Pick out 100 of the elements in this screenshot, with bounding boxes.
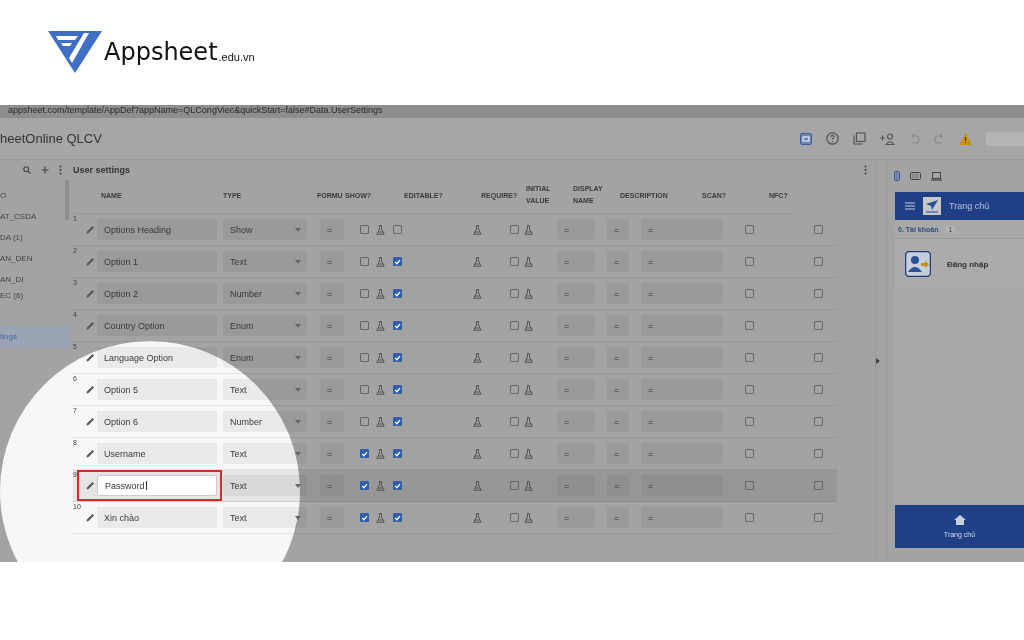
- edit-icon[interactable]: [85, 289, 95, 298]
- formula-field[interactable]: =: [320, 411, 344, 432]
- checkbox[interactable]: [393, 353, 402, 362]
- description-field[interactable]: =: [641, 315, 723, 336]
- checkbox[interactable]: [745, 353, 754, 362]
- initial-value-field[interactable]: =: [557, 219, 595, 240]
- search-icon[interactable]: [23, 166, 31, 174]
- checkbox[interactable]: [360, 385, 369, 394]
- flask-icon[interactable]: [473, 224, 482, 235]
- flask-icon[interactable]: [376, 416, 385, 427]
- url-bar[interactable]: appsheet.com/template/AppDef?appName=QLCongViec&quickStart=false#Data.UserSettings: [0, 105, 1024, 118]
- flask-icon[interactable]: [473, 288, 482, 299]
- checkbox[interactable]: [814, 289, 823, 298]
- checkbox[interactable]: [360, 289, 369, 298]
- initial-value-field[interactable]: =: [557, 251, 595, 272]
- type-dropdown[interactable]: Enum: [223, 315, 307, 336]
- display-name-field[interactable]: =: [607, 219, 629, 240]
- checkbox[interactable]: [510, 321, 519, 330]
- type-dropdown[interactable]: Text: [223, 507, 307, 528]
- type-dropdown[interactable]: Number: [223, 411, 307, 432]
- edit-icon[interactable]: [85, 353, 95, 362]
- name-field[interactable]: Country Option: [97, 315, 217, 336]
- name-field[interactable]: Username: [97, 443, 217, 464]
- flask-icon[interactable]: [524, 512, 533, 523]
- edit-icon[interactable]: [85, 257, 95, 266]
- flask-icon[interactable]: [376, 448, 385, 459]
- name-field[interactable]: Password: [97, 475, 217, 496]
- name-field[interactable]: Option 1: [97, 251, 217, 272]
- display-name-field[interactable]: =: [607, 379, 629, 400]
- flask-icon[interactable]: [376, 320, 385, 331]
- type-dropdown[interactable]: Show: [223, 219, 307, 240]
- type-dropdown[interactable]: Text: [223, 379, 307, 400]
- flask-icon[interactable]: [376, 384, 385, 395]
- checkbox[interactable]: [393, 289, 402, 298]
- display-name-field[interactable]: =: [607, 507, 629, 528]
- flask-icon[interactable]: [473, 448, 482, 459]
- copy-icon[interactable]: [853, 132, 866, 145]
- flask-icon[interactable]: [473, 416, 482, 427]
- checkbox[interactable]: [510, 417, 519, 426]
- sidebar-item[interactable]: AT_CSDA: [0, 206, 70, 227]
- initial-value-field[interactable]: =: [557, 443, 595, 464]
- help-icon[interactable]: [826, 132, 839, 145]
- type-dropdown[interactable]: Text: [223, 475, 307, 496]
- sidebar-item[interactable]: EC (6): [0, 290, 70, 302]
- flask-icon[interactable]: [473, 512, 482, 523]
- flask-icon[interactable]: [524, 384, 533, 395]
- checkbox[interactable]: [510, 513, 519, 522]
- formula-field[interactable]: =: [320, 347, 344, 368]
- description-field[interactable]: =: [641, 443, 723, 464]
- checkbox[interactable]: [745, 481, 754, 490]
- flask-icon[interactable]: [524, 480, 533, 491]
- name-field[interactable]: Options Heading: [97, 219, 217, 240]
- name-field[interactable]: Option 6: [97, 411, 217, 432]
- checkbox[interactable]: [814, 385, 823, 394]
- name-field[interactable]: Option 2: [97, 283, 217, 304]
- flask-icon[interactable]: [473, 480, 482, 491]
- laptop-icon[interactable]: [931, 171, 942, 181]
- checkbox[interactable]: [745, 225, 754, 234]
- checkbox[interactable]: [745, 321, 754, 330]
- flask-icon[interactable]: [524, 320, 533, 331]
- checkbox[interactable]: [814, 417, 823, 426]
- initial-value-field[interactable]: =: [557, 379, 595, 400]
- flask-icon[interactable]: [376, 224, 385, 235]
- description-field[interactable]: =: [641, 411, 723, 432]
- sidebar-item[interactable]: O: [0, 185, 70, 206]
- checkbox[interactable]: [745, 417, 754, 426]
- formula-field[interactable]: =: [320, 315, 344, 336]
- expand-arrow-icon[interactable]: [876, 358, 880, 364]
- checkbox[interactable]: [814, 481, 823, 490]
- flask-icon[interactable]: [524, 288, 533, 299]
- formula-field[interactable]: =: [320, 251, 344, 272]
- warning-icon[interactable]: [959, 132, 972, 145]
- checkbox[interactable]: [360, 513, 369, 522]
- flask-icon[interactable]: [473, 320, 482, 331]
- sidebar-item[interactable]: AN_DI: [0, 269, 70, 290]
- checkbox[interactable]: [814, 513, 823, 522]
- type-dropdown[interactable]: Enum: [223, 347, 307, 368]
- checkbox[interactable]: [393, 481, 402, 490]
- checkbox[interactable]: [745, 513, 754, 522]
- checkbox[interactable]: [393, 257, 402, 266]
- initial-value-field[interactable]: =: [557, 507, 595, 528]
- description-field[interactable]: =: [641, 283, 723, 304]
- display-name-field[interactable]: =: [607, 475, 629, 496]
- flask-icon[interactable]: [473, 384, 482, 395]
- checkbox[interactable]: [360, 481, 369, 490]
- checkbox[interactable]: [510, 225, 519, 234]
- name-field[interactable]: Xin chào: [97, 507, 217, 528]
- checkbox[interactable]: [510, 481, 519, 490]
- checkbox[interactable]: [510, 289, 519, 298]
- phone-icon[interactable]: [894, 171, 900, 181]
- flask-icon[interactable]: [473, 352, 482, 363]
- type-dropdown[interactable]: Text: [223, 443, 307, 464]
- initial-value-field[interactable]: =: [557, 283, 595, 304]
- formula-field[interactable]: =: [320, 283, 344, 304]
- checkbox[interactable]: [360, 449, 369, 458]
- tablet-icon[interactable]: [910, 172, 921, 180]
- sidebar-item[interactable]: AN_DEN: [0, 248, 70, 269]
- checkbox[interactable]: [360, 257, 369, 266]
- description-field[interactable]: =: [641, 475, 723, 496]
- display-name-field[interactable]: =: [607, 443, 629, 464]
